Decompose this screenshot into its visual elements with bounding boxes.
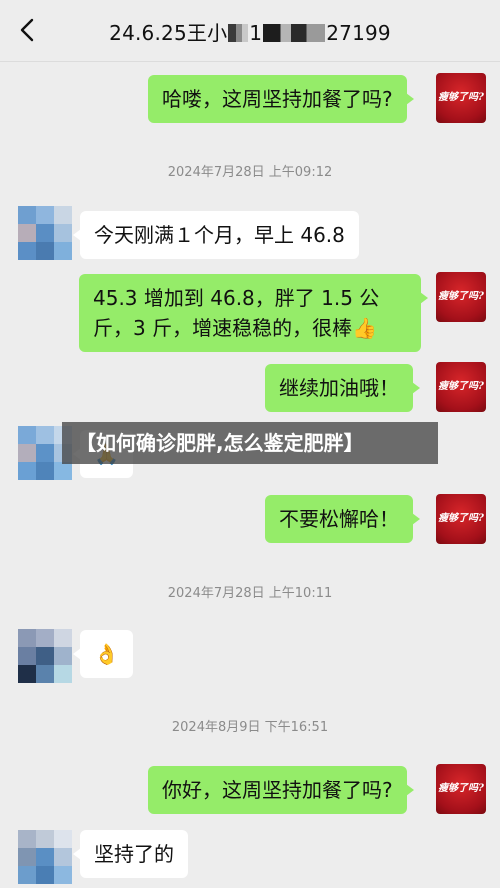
contact-avatar[interactable] [18, 206, 72, 260]
self-avatar[interactable]: 瘦够了吗? [436, 764, 486, 814]
timestamp: 2024年7月28日 上午09:12 [167, 165, 333, 180]
contact-avatar[interactable] [18, 629, 72, 683]
message-bubble-other[interactable]: 坚持了的 [73, 830, 188, 878]
redacted-block [228, 24, 249, 42]
message-bubble-self[interactable]: 不要松懈哈！ [265, 495, 420, 543]
message-bubble-other[interactable]: 今天刚满１个月，早上 46.8 [73, 211, 359, 259]
overlay-banner: 【如何确诊肥胖,怎么鉴定肥胖】 [62, 422, 438, 464]
message-bubble-self[interactable]: 继续加油哦！ [265, 364, 420, 412]
self-avatar[interactable]: 瘦够了吗? [436, 494, 486, 544]
message-bubble-self[interactable]: 哈喽，这周坚持加餐了吗? [148, 75, 414, 123]
redacted-block [263, 24, 326, 42]
message-bubble-self[interactable]: 45.3 增加到 46.8，胖了 1.5 公斤，3 斤，增速稳稳的，很棒👍 [79, 274, 428, 352]
timestamp: 2024年8月9日 下午16:51 [171, 720, 329, 735]
chat-title: 24.6.25王小 1 27199 [109, 21, 391, 45]
ok-hand-emoji: 👌 [94, 642, 119, 666]
chat-header: 24.6.25王小 1 27199 [0, 0, 500, 62]
contact-avatar[interactable] [18, 830, 72, 884]
self-avatar[interactable]: 瘦够了吗? [436, 73, 486, 123]
self-avatar[interactable]: 瘦够了吗? [436, 362, 486, 412]
timestamp: 2024年7月28日 上午10:11 [167, 586, 333, 601]
message-bubble-other[interactable]: 👌 [73, 630, 133, 678]
self-avatar[interactable]: 瘦够了吗? [436, 272, 486, 322]
message-bubble-self[interactable]: 你好，这周坚持加餐了吗? [148, 766, 414, 814]
